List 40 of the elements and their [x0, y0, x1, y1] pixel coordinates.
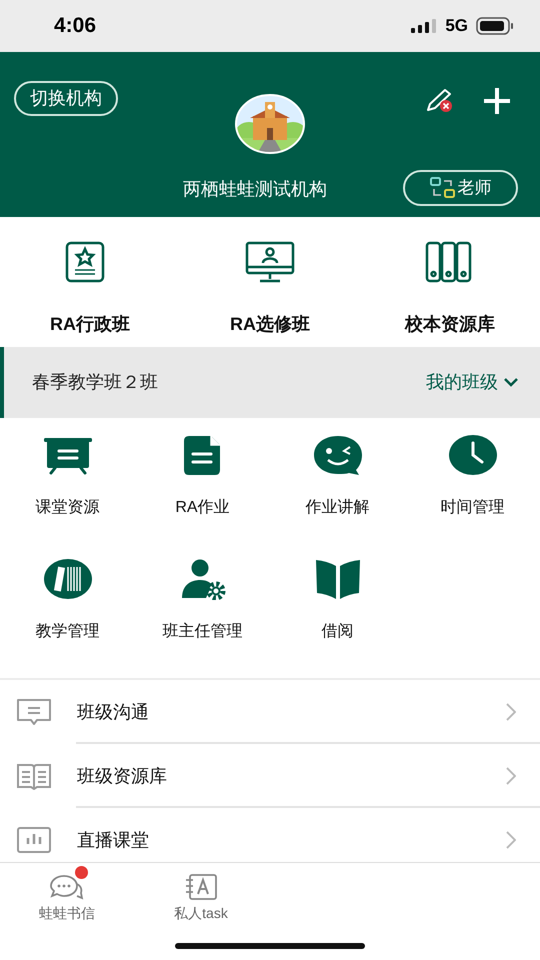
switch-icon: [430, 177, 456, 199]
my-classes-dropdown[interactable]: 我的班级: [426, 369, 518, 396]
chevron-down-icon: [504, 378, 518, 387]
feature-item[interactable]: 时间管理: [440, 496, 504, 520]
tab-item[interactable]: 私人task: [134, 865, 268, 924]
winking-face-icon: [312, 434, 362, 476]
signal-icon: [411, 19, 438, 33]
role-switch-button[interactable]: 老师: [403, 170, 518, 206]
feature-item[interactable]: 班主任管理: [162, 620, 242, 644]
books-icon: [42, 558, 92, 600]
organization-name: 两栖蛙蛙测试机构: [183, 178, 327, 201]
clock-icon: [448, 434, 498, 476]
menu-item[interactable]: 班级资源库: [0, 744, 540, 808]
quick-link[interactable]: RA选修班: [230, 311, 310, 338]
quick-link[interactable]: RA行政班: [50, 311, 130, 338]
class-name: 春季教学班２班: [32, 371, 159, 394]
monitor-icon: [245, 241, 295, 283]
chat-bubbles-icon: [50, 873, 84, 901]
notebook-icon: [184, 873, 218, 901]
feature-item[interactable]: RA作业: [175, 496, 230, 520]
chevron-right-icon: [506, 767, 516, 785]
chevron-right-icon: [506, 703, 516, 721]
plus-icon[interactable]: [482, 86, 512, 116]
menu-item[interactable]: 班级沟通: [0, 680, 540, 744]
switch-org-button[interactable]: 切换机构: [14, 81, 118, 116]
chevron-right-icon: [506, 831, 516, 849]
chart-icon: [16, 826, 52, 854]
open-book-icon: [16, 762, 52, 790]
network-label: 5G: [445, 15, 468, 38]
status-time: 4:06: [54, 13, 96, 40]
feature-item[interactable]: 课堂资源: [36, 496, 100, 520]
menu-item[interactable]: 直播课堂: [0, 808, 540, 862]
feature-item[interactable]: 作业讲解: [306, 496, 370, 520]
quick-link[interactable]: 校本资源库: [405, 311, 495, 338]
pencil-icon: [425, 87, 455, 113]
feature-item[interactable]: 借阅: [322, 620, 354, 644]
message-icon: [16, 698, 52, 726]
battery-icon: [476, 17, 514, 35]
tab-item[interactable]: 蛙蛙书信: [0, 865, 134, 924]
feature-item[interactable]: 教学管理: [36, 620, 100, 644]
